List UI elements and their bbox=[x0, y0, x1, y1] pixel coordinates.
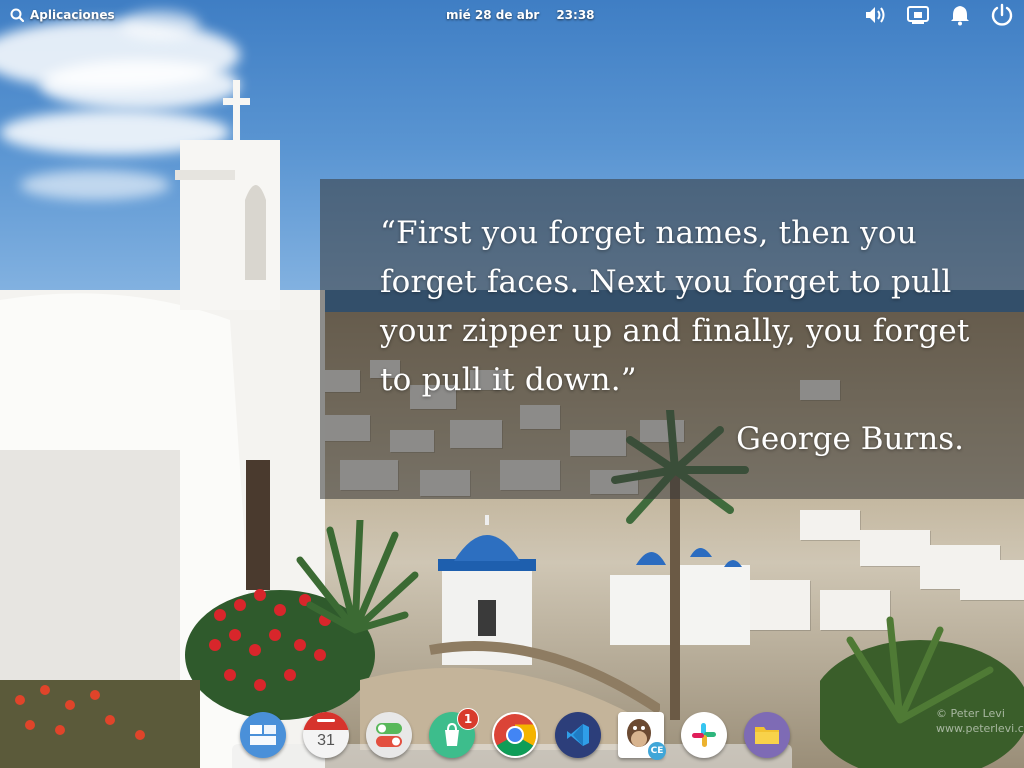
dbeaver-ce-label: CE bbox=[648, 742, 666, 760]
network-icon[interactable] bbox=[906, 3, 930, 27]
slack-icon[interactable] bbox=[681, 712, 727, 758]
applications-menu[interactable]: Aplicaciones bbox=[10, 0, 115, 30]
calendar-day: 31 bbox=[317, 732, 335, 749]
date-label: mié 28 de abr bbox=[446, 8, 540, 22]
applications-label: Aplicaciones bbox=[30, 8, 115, 22]
appcenter-icon[interactable]: 1 bbox=[429, 708, 479, 758]
calendar-icon[interactable]: 31 bbox=[303, 712, 349, 758]
credit-line-2: www.peterlevi.c bbox=[936, 722, 1024, 735]
time-label: 23:38 bbox=[556, 8, 595, 22]
settings-toggle-icon[interactable] bbox=[366, 712, 412, 758]
multitasking-view-icon[interactable] bbox=[240, 712, 286, 758]
search-icon bbox=[10, 8, 24, 22]
system-indicators bbox=[864, 0, 1014, 30]
notifications-icon[interactable] bbox=[948, 3, 972, 27]
dock-apps: 31 1 CE bbox=[240, 708, 790, 764]
quote-author: George Burns. bbox=[736, 421, 964, 457]
green-bushes bbox=[820, 616, 1024, 768]
date-time-indicator[interactable]: mié 28 de abr 23:38 bbox=[446, 0, 595, 30]
wallpaper-credit: © Peter Levi www.peterlevi.c bbox=[936, 706, 1024, 736]
quote-overlay: “First you forget names, then you forget… bbox=[320, 179, 1024, 499]
dbeaver-icon[interactable]: CE bbox=[618, 712, 666, 760]
wildflowers bbox=[0, 680, 200, 768]
top-panel: Aplicaciones mié 28 de abr 23:38 bbox=[0, 0, 1024, 30]
files-icon[interactable] bbox=[744, 712, 790, 758]
update-count-badge: 1 bbox=[457, 708, 479, 730]
chrome-icon[interactable] bbox=[492, 712, 538, 758]
quote-text: “First you forget names, then you forget… bbox=[380, 215, 970, 398]
volume-icon[interactable] bbox=[864, 3, 888, 27]
power-icon[interactable] bbox=[990, 3, 1014, 27]
credit-line-1: © Peter Levi bbox=[936, 707, 1005, 720]
vscode-icon[interactable] bbox=[555, 712, 601, 758]
